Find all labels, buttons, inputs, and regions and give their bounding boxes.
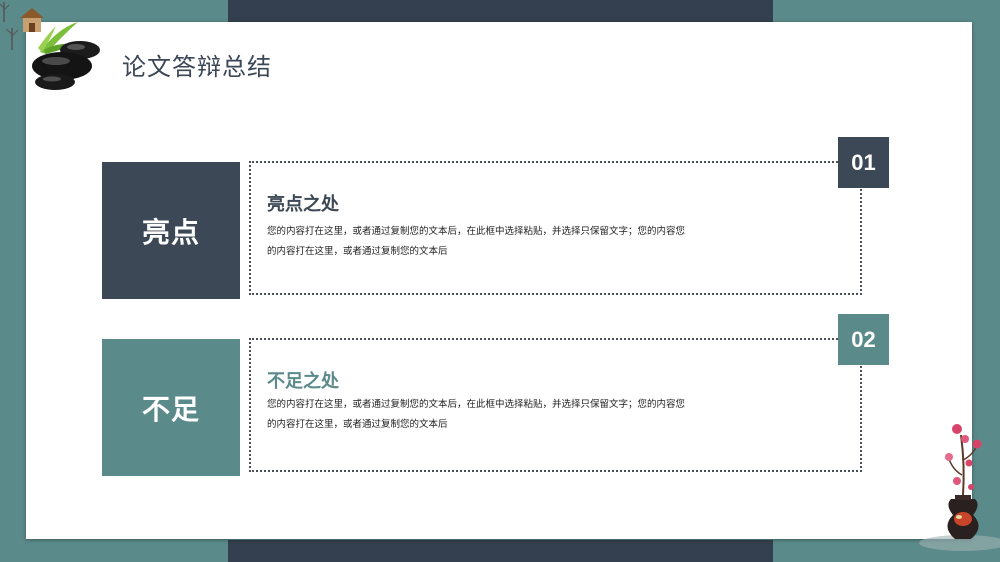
bottom-band xyxy=(228,540,773,562)
section-body-2-line-1: 您的内容打在这里，或者通过复制您的文本后，在此框中选择粘贴，并选择只保留文字；您… xyxy=(267,399,686,410)
section-heading-2: 不足之处 xyxy=(267,371,339,392)
page-title: 论文答辩总结 xyxy=(122,53,272,81)
section-number-2: 02 xyxy=(838,314,889,365)
section-label-1: 亮点 xyxy=(102,162,240,299)
plum-blossom-vase-icon xyxy=(919,424,1000,551)
section-body-2: 您的内容打在这里，或者通过复制您的文本后，在此框中选择粘贴，并选择只保留文字；您… xyxy=(267,395,737,435)
section-body-1-line-2: 的内容打在这里，或者通过复制您的文本后 xyxy=(267,246,448,257)
section-heading-1: 亮点之处 xyxy=(267,194,339,215)
section-number-1: 01 xyxy=(838,137,889,188)
section-label-2: 不足 xyxy=(102,339,240,476)
section-body-2-line-2: 的内容打在这里，或者通过复制您的文本后 xyxy=(267,419,448,430)
top-band xyxy=(228,0,773,24)
section-body-1: 您的内容打在这里，或者通过复制您的文本后，在此框中选择粘贴，并选择只保留文字；您… xyxy=(267,222,737,262)
slide: 论文答辩总结 亮点 01 亮点之处 您的内容打在这里，或者通过复制您的文本后，在… xyxy=(0,0,1000,562)
stones-bamboo-icon xyxy=(0,2,100,90)
section-body-1-line-1: 您的内容打在这里，或者通过复制您的文本后，在此框中选择粘贴，并选择只保留文字；您… xyxy=(267,226,686,237)
